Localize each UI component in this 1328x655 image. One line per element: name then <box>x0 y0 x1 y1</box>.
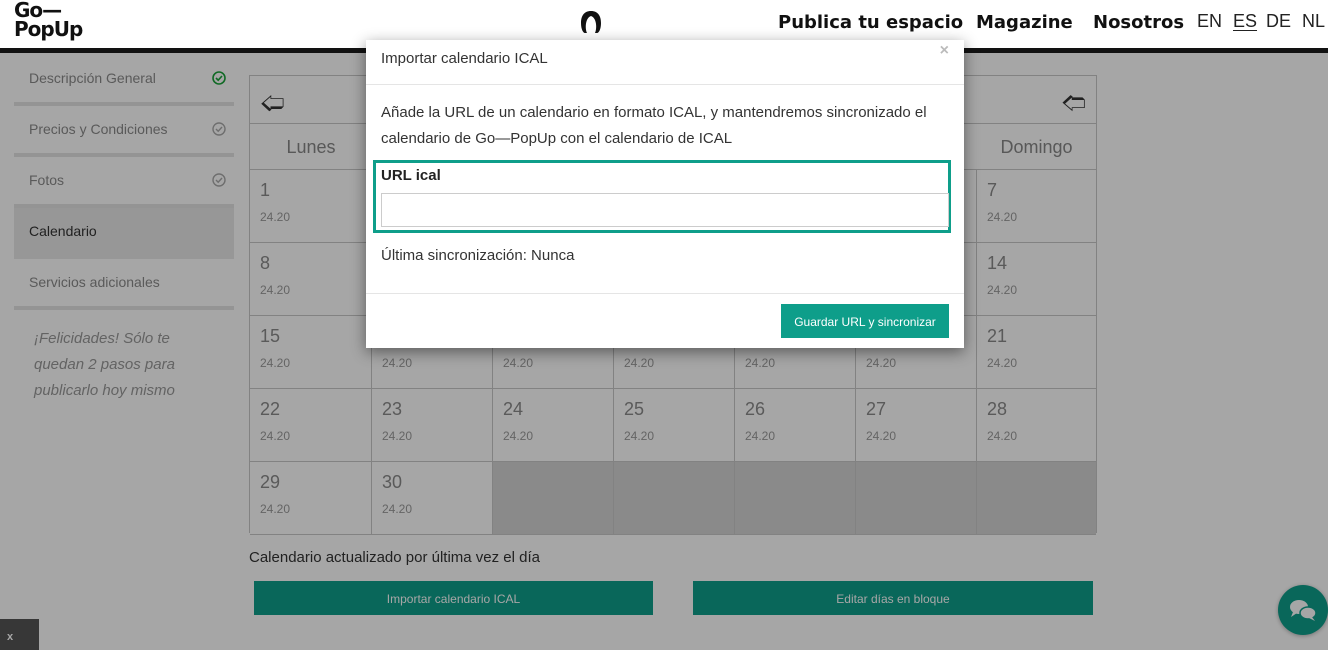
user-avatar-icon[interactable] <box>579 10 603 34</box>
lang-en[interactable]: EN <box>1197 11 1222 32</box>
modal-title: Importar calendario ICAL <box>381 50 548 67</box>
save-url-sync-button[interactable]: Guardar URL y sincronizar <box>781 304 949 338</box>
nav-magazine[interactable]: Magazine <box>976 12 1073 33</box>
lang-de[interactable]: DE <box>1266 11 1291 32</box>
import-ical-modal: Importar calendario ICAL × Añade la URL … <box>366 40 964 348</box>
modal-footer-divider <box>366 293 964 294</box>
lang-nl[interactable]: NL <box>1302 11 1325 32</box>
close-icon[interactable]: × <box>940 42 949 60</box>
lang-es[interactable]: ES <box>1233 11 1257 32</box>
url-ical-input[interactable] <box>381 193 949 227</box>
modal-description: Añade la URL de un calendario en formato… <box>381 104 927 147</box>
logo[interactable]: Go— PopUp <box>14 0 83 41</box>
nav-nosotros[interactable]: Nosotros <box>1093 12 1184 33</box>
logo-line-2: PopUp <box>14 17 83 41</box>
nav-publica[interactable]: Publica tu espacio <box>778 12 963 33</box>
last-sync-status: Última sincronización: Nunca <box>381 247 575 264</box>
modal-divider <box>366 84 964 85</box>
url-ical-label: URL ical <box>381 167 441 184</box>
